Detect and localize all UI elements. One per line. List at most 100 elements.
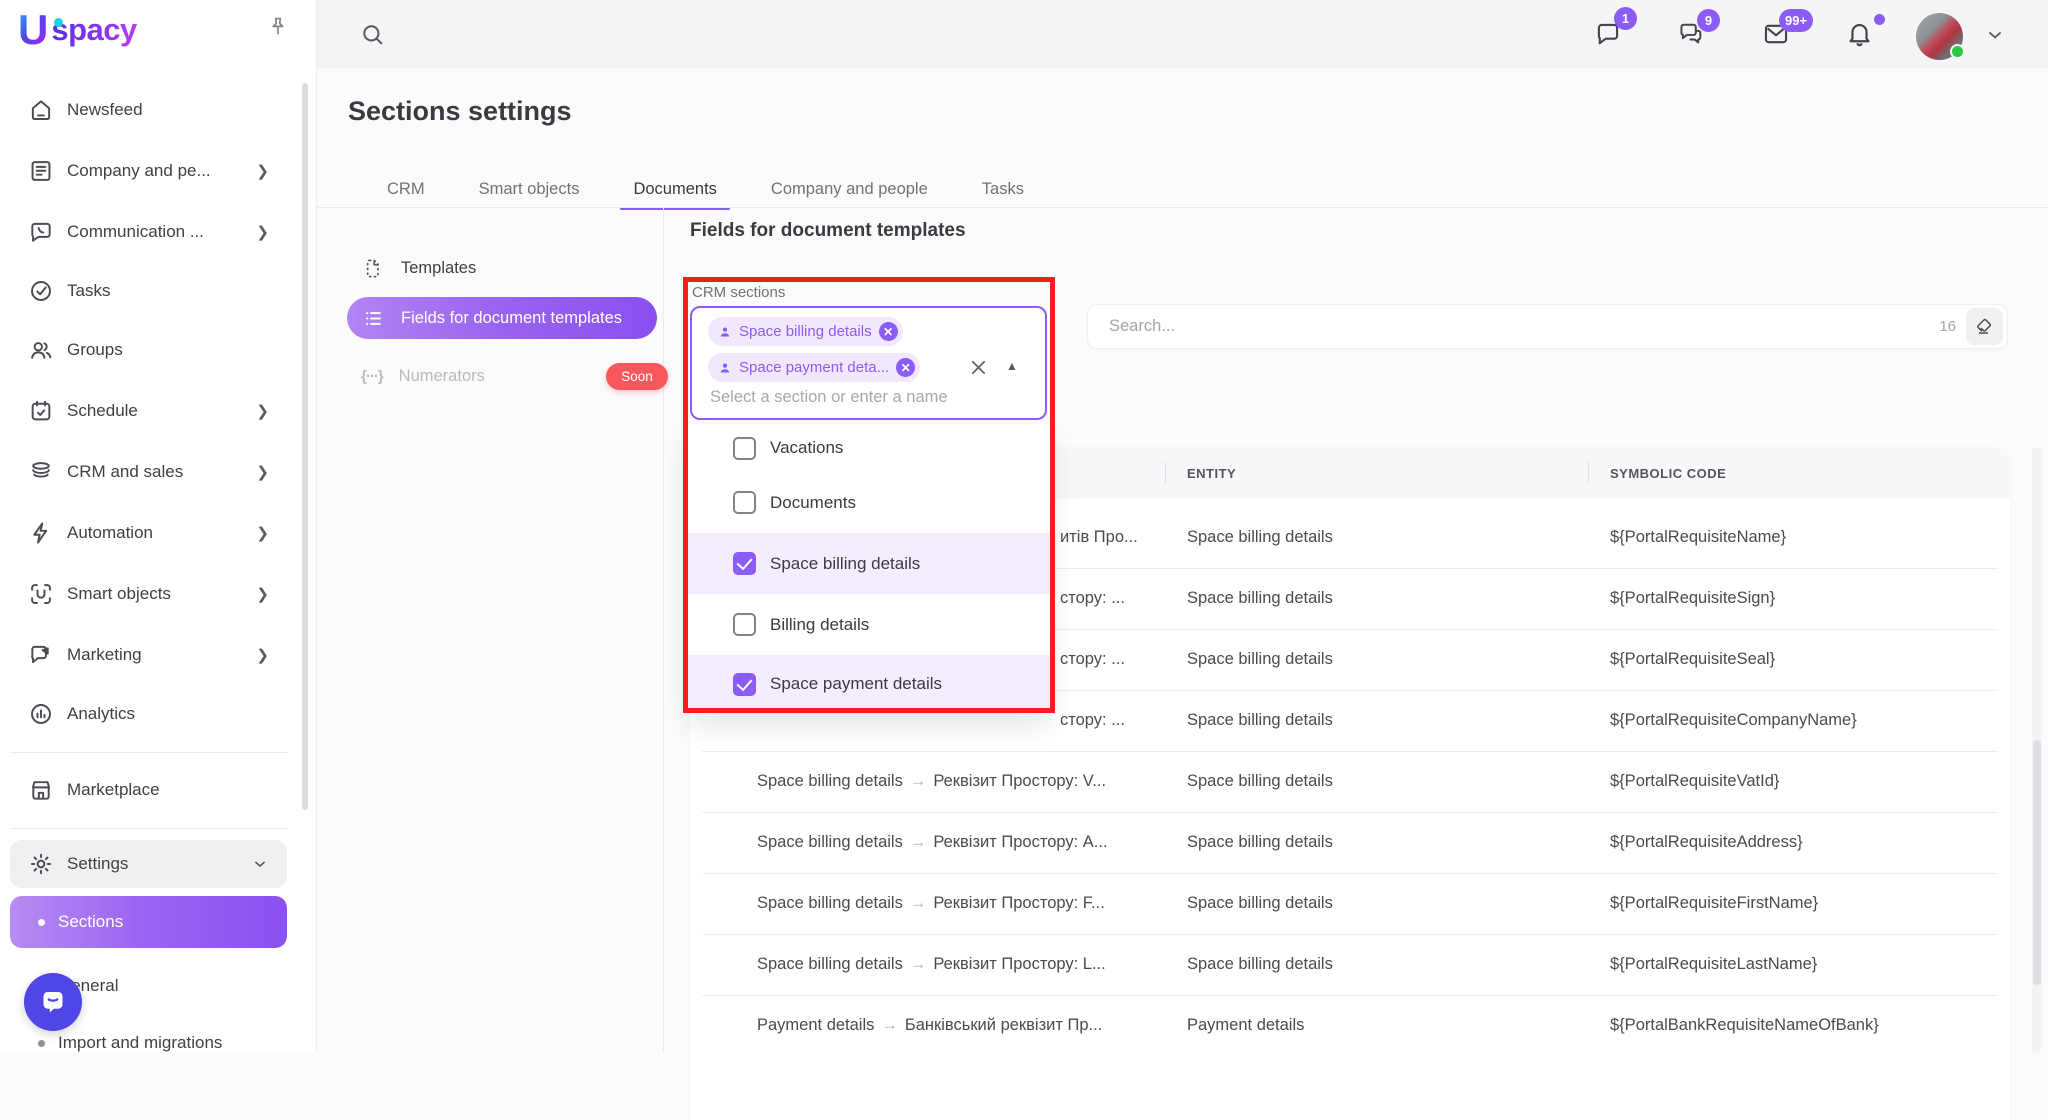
search-box: 16 (1087, 304, 2008, 349)
chevron-right-icon: ❯ (256, 223, 269, 241)
chat-launcher-button[interactable] (24, 973, 82, 1031)
dropdown-option-space-payment-details[interactable]: Space payment details (687, 655, 1051, 713)
subnav-templates-label: Templates (401, 259, 476, 278)
subnav-fields-for-document-templates[interactable]: Fields for document templates (347, 297, 657, 339)
subnav-numerators: {···} Numerators Soon (347, 355, 657, 397)
sidebar-item-automation[interactable]: Automation❯ (10, 508, 287, 558)
sidebar-item-marketing[interactable]: Marketing❯ (10, 630, 287, 680)
analytics-icon (28, 701, 54, 727)
subnav-templates[interactable]: Templates (347, 247, 657, 289)
tab-smart-objects[interactable]: Smart objects (452, 170, 607, 208)
sidebar-item-marketplace[interactable]: Marketplace (10, 765, 287, 815)
bell-icon[interactable] (1845, 19, 1874, 48)
sidebar-item-label: Company and pe... (67, 161, 256, 181)
chevron-down-icon[interactable] (1984, 24, 2006, 46)
search-input[interactable] (1109, 317, 1939, 336)
clear-filter-button[interactable] (1966, 308, 2003, 345)
sidebar-item-sections[interactable]: Sections (10, 896, 287, 948)
sidebar-item-settings[interactable]: Settings (10, 840, 287, 888)
section-tabs: CRM Smart objects Documents Company and … (360, 170, 1051, 208)
row-name: стору: ... (1060, 650, 1125, 669)
checkbox-checked-icon[interactable] (733, 673, 756, 696)
mail-badge: 99+ (1779, 9, 1813, 32)
row-entity: Space billing details (1187, 629, 1587, 690)
communication-icon (28, 219, 54, 245)
sidebar-item-groups[interactable]: Groups (10, 325, 287, 375)
pin-sidebar-icon[interactable] (266, 15, 290, 39)
subnav-fields-label: Fields for document templates (401, 309, 622, 328)
dropdown-option-vacations[interactable]: Vacations (687, 424, 1051, 472)
checkbox-unchecked-icon[interactable] (733, 491, 756, 514)
table-row[interactable]: Payment details→Банківський реквізит Пр.… (690, 995, 2010, 1056)
option-label: Documents (770, 493, 856, 513)
row-symbolic-code: ${PortalRequisiteSeal} (1610, 629, 2000, 690)
sidebar-item-schedule[interactable]: Schedule❯ (10, 386, 287, 436)
table-row[interactable]: Space billing details→Реквізит Простору:… (690, 751, 2010, 812)
bullet-icon (38, 919, 45, 926)
arrow-icon: → (910, 772, 927, 791)
row-entity: Space billing details (1187, 873, 1587, 934)
table-row[interactable]: Space billing details → Реквізит Простору:… (690, 873, 2010, 934)
row-name: Реквізит Простору: V... (933, 772, 1106, 791)
main-scrollbar[interactable] (2033, 740, 2041, 985)
row-symbolic-code: ${PortalRequisiteVatId} (1610, 751, 2000, 812)
topbar: 1 9 99+ (317, 0, 2048, 68)
row-name: Реквізит Простору: L... (933, 955, 1105, 974)
sidebar-item-crm-and-sales[interactable]: CRM and sales❯ (10, 447, 287, 497)
chip-label: Space payment deta... (739, 359, 889, 376)
remove-chip-icon[interactable]: ✕ (896, 358, 915, 377)
sidebar-item-newsfeed[interactable]: Newsfeed (10, 85, 287, 135)
sidebar-item-tasks[interactable]: Tasks (10, 266, 287, 316)
sidebar-item-label: Settings (67, 854, 251, 874)
arrow-icon: → (910, 894, 927, 913)
sidebar-item-label: Sections (58, 912, 269, 932)
sidebar-item-label: Tasks (67, 281, 269, 301)
crm-sections-select[interactable]: Space billing details ✕ Space payment de… (690, 306, 1047, 420)
column-header-symbolic-code[interactable]: SYMBOLIC CODE (1610, 447, 1726, 499)
sidebar-item-communication[interactable]: Communication ...❯ (10, 207, 287, 257)
row-name: Реквізит Простору: F... (933, 894, 1104, 913)
home-icon (28, 97, 54, 123)
clear-all-icon[interactable] (968, 357, 989, 378)
checkbox-unchecked-icon[interactable] (733, 437, 756, 460)
sidebar-item-label: Marketing (67, 645, 256, 665)
tab-company-and-people[interactable]: Company and people (744, 170, 955, 208)
sidebar-item-smart-objects[interactable]: Smart objects❯ (10, 569, 287, 619)
row-name-prefix: Space billing details (757, 955, 903, 974)
dropdown-option-billing-details[interactable]: Billing details (687, 594, 1051, 655)
smart-objects-icon (28, 581, 54, 607)
remove-chip-icon[interactable]: ✕ (879, 322, 898, 341)
row-symbolic-code: ${PortalRequisiteCompanyName} (1610, 690, 2000, 751)
checkbox-checked-icon[interactable] (733, 552, 756, 575)
sidebar-item-label: CRM and sales (67, 462, 256, 482)
row-symbolic-code: ${PortalRequisiteLastName} (1610, 934, 2000, 995)
table-row[interactable]: Space billing details→Реквізит Простору:… (690, 934, 2010, 995)
row-name: итів Про... (1060, 528, 1138, 547)
search-result-count: 16 (1939, 318, 1956, 335)
row-entity: Space billing details (1187, 690, 1587, 751)
sidebar-divider (10, 828, 287, 829)
collapse-caret-icon[interactable]: ▲ (1006, 359, 1018, 373)
sidebar-item-label: Automation (67, 523, 256, 543)
column-header-entity[interactable]: ENTITY (1187, 447, 1236, 499)
fields-heading: Fields for document templates (690, 220, 966, 242)
row-name: стору: ... (1060, 589, 1125, 608)
sidebar-item-company-and-pe[interactable]: Company and pe...❯ (10, 146, 287, 196)
checkbox-unchecked-icon[interactable] (733, 613, 756, 636)
page-title: Sections settings (348, 96, 572, 127)
sidebar-item-analytics[interactable]: Analytics (10, 689, 287, 739)
tab-crm[interactable]: CRM (360, 170, 452, 208)
option-label: Billing details (770, 615, 869, 635)
sidebar-item-label: General (58, 976, 269, 996)
app-logo[interactable]: U spacy (18, 6, 137, 54)
sidebar-scrollbar[interactable] (302, 83, 308, 810)
search-icon[interactable] (359, 21, 386, 48)
dropdown-option-documents[interactable]: Documents (687, 472, 1051, 533)
section-search-placeholder[interactable]: Select a section or enter a name (710, 388, 1040, 407)
sidebar-item-label: Schedule (67, 401, 256, 421)
selected-chip: Space payment deta... ✕ (708, 353, 920, 382)
table-row[interactable]: Space billing details→Реквізит Простору:… (690, 812, 2010, 873)
tab-tasks[interactable]: Tasks (955, 170, 1051, 208)
tab-documents[interactable]: Documents (606, 170, 743, 208)
dropdown-option-space-billing-details[interactable]: Space billing details (687, 533, 1051, 594)
